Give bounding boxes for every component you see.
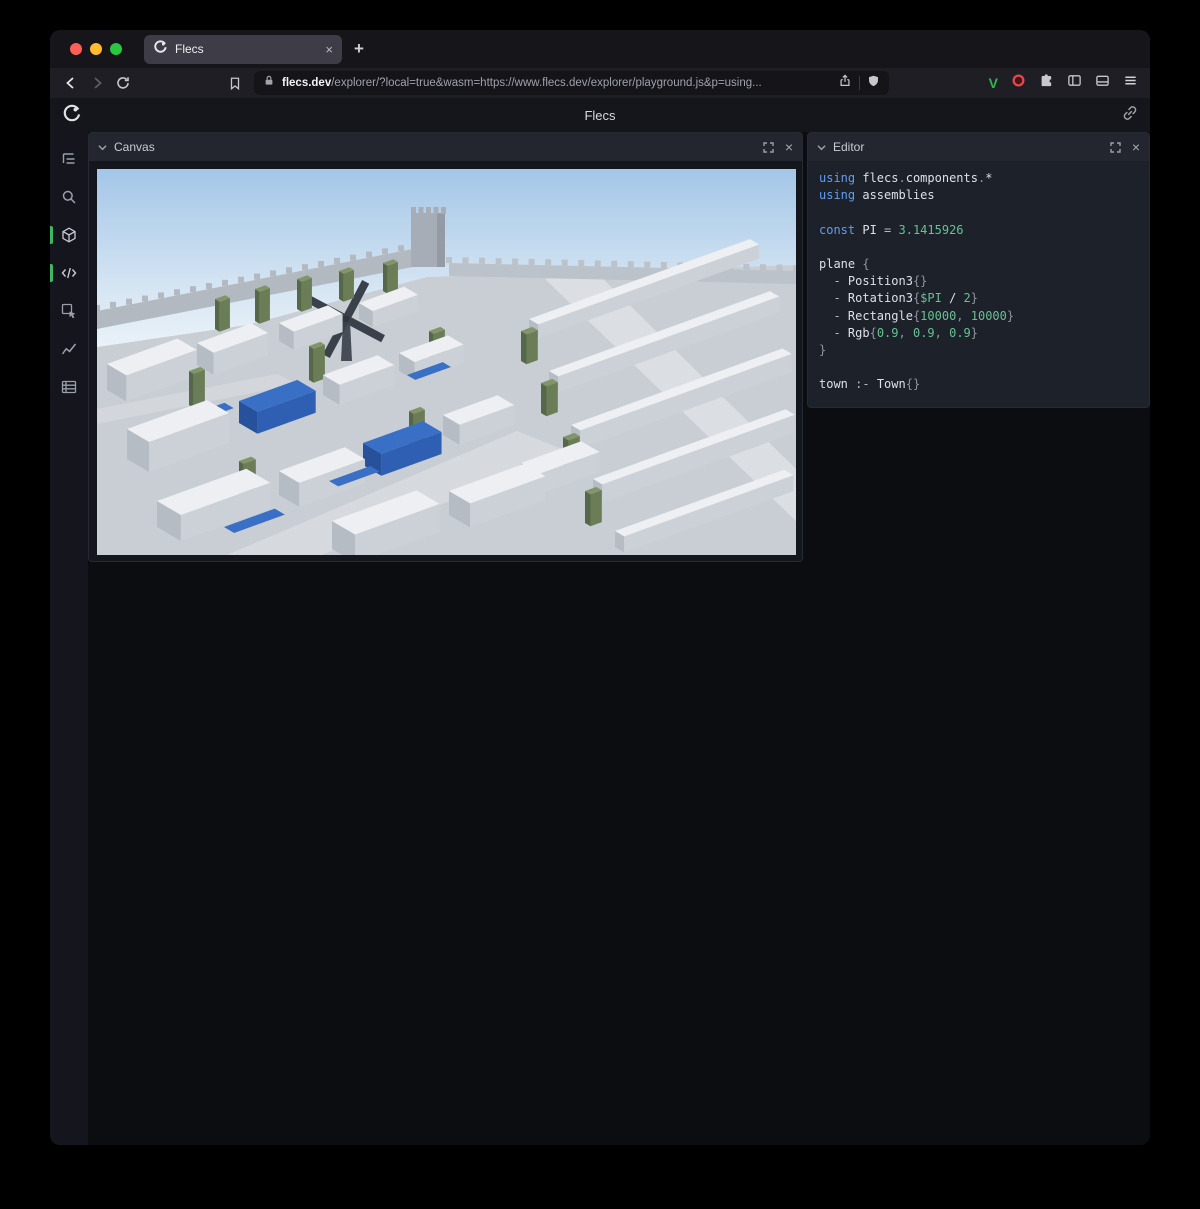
- share-icon[interactable]: [838, 74, 852, 93]
- app-body: Canvas ×: [50, 132, 1150, 1145]
- sidebar-item-tables[interactable]: [50, 374, 88, 400]
- page-title: Flecs: [50, 108, 1150, 123]
- minimize-window-button[interactable]: [90, 43, 102, 55]
- flecs-logo-icon: [62, 103, 82, 128]
- permalink-icon[interactable]: [1122, 105, 1138, 126]
- vimium-extension-icon[interactable]: V: [989, 75, 998, 91]
- stats-icon: [61, 341, 77, 357]
- zoom-window-button[interactable]: [110, 43, 122, 55]
- tab-close-icon[interactable]: ×: [325, 43, 333, 56]
- browser-toolbar: flecs.dev/explorer/?local=true&wasm=http…: [50, 68, 1150, 98]
- chevron-down-icon[interactable]: [98, 144, 107, 151]
- shield-icon[interactable]: [867, 74, 880, 93]
- left-icon-sidebar: [50, 132, 88, 1145]
- sidebar-item-inspect[interactable]: [50, 298, 88, 324]
- inspect-icon: [61, 303, 77, 319]
- editor-code[interactable]: using flecs.components.*using assemblies…: [808, 161, 1149, 407]
- workspace: Canvas ×: [88, 132, 1150, 1145]
- url-bar[interactable]: flecs.dev/explorer/?local=true&wasm=http…: [254, 71, 889, 95]
- back-icon[interactable]: [58, 71, 84, 95]
- sidebar-item-search[interactable]: [50, 184, 88, 210]
- sidebar-toggle-icon[interactable]: [1067, 73, 1082, 93]
- sidebar-item-code[interactable]: [50, 260, 88, 286]
- forward-icon[interactable]: [84, 71, 110, 95]
- code-icon: [61, 265, 77, 281]
- browser-tab-flecs[interactable]: Flecs ×: [144, 35, 342, 64]
- editor-panel: Editor × using flecs.components.*using a…: [807, 132, 1150, 408]
- url-path: /explorer/?local=true&wasm=https://www.f…: [331, 77, 762, 89]
- tab-favicon: [153, 39, 168, 59]
- menu-hamburger-icon[interactable]: [1123, 73, 1138, 93]
- canvas-panel-title: Canvas: [114, 140, 155, 154]
- expand-icon[interactable]: [763, 142, 774, 153]
- container-tab-icon[interactable]: [1095, 73, 1110, 93]
- sidebar-item-entities[interactable]: [50, 222, 88, 248]
- cube-icon: [61, 227, 77, 243]
- close-window-button[interactable]: [70, 43, 82, 55]
- tab-title: Flecs: [175, 42, 318, 56]
- new-tab-button[interactable]: +: [354, 39, 364, 59]
- red-ring-extension-icon[interactable]: [1011, 73, 1026, 93]
- close-icon[interactable]: ×: [785, 140, 793, 154]
- urlbar-divider: [859, 76, 860, 90]
- canvas-panel: Canvas ×: [88, 132, 803, 562]
- url-text: flecs.dev/explorer/?local=true&wasm=http…: [282, 77, 831, 89]
- sidebar-item-stats[interactable]: [50, 336, 88, 362]
- tab-strip: Flecs × +: [50, 30, 1150, 68]
- canvas-body: [89, 161, 802, 562]
- url-domain: flecs.dev: [282, 77, 331, 89]
- search-icon: [61, 189, 77, 205]
- editor-panel-header: Editor ×: [808, 133, 1149, 161]
- chevron-down-icon[interactable]: [817, 144, 826, 151]
- extension-toolbar: V: [989, 73, 1138, 93]
- reload-icon[interactable]: [110, 71, 136, 95]
- padlock-icon: [263, 74, 275, 92]
- extensions-puzzle-icon[interactable]: [1039, 73, 1054, 93]
- app-header: Flecs: [50, 98, 1150, 132]
- traffic-lights: [70, 43, 122, 55]
- table-icon: [61, 379, 77, 395]
- tree-icon: [61, 151, 77, 167]
- sidebar-item-tree[interactable]: [50, 146, 88, 172]
- editor-panel-title: Editor: [833, 140, 864, 154]
- close-icon[interactable]: ×: [1132, 140, 1140, 154]
- browser-window: Flecs × + flecs.dev/explorer/?lo: [50, 30, 1150, 1145]
- flecs-explorer-app: Flecs: [50, 98, 1150, 1145]
- expand-icon[interactable]: [1110, 142, 1121, 153]
- canvas-panel-header: Canvas ×: [89, 133, 802, 161]
- bookmark-icon[interactable]: [222, 71, 248, 95]
- 3d-viewport[interactable]: [97, 169, 796, 555]
